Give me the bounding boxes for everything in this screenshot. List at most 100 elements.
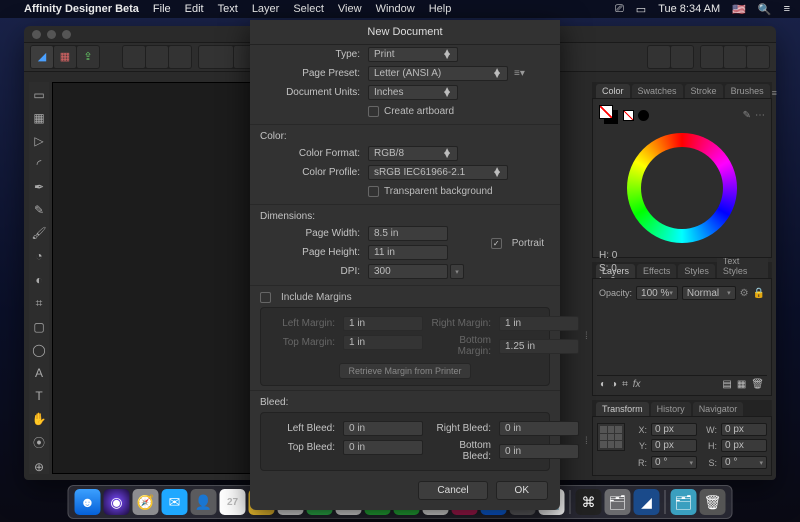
toolbar-btn[interactable] <box>701 46 723 68</box>
type-dropdown[interactable]: Print▲▼ <box>368 47 458 62</box>
menu-text[interactable]: Text <box>218 3 238 15</box>
color-format-dropdown[interactable]: RGB/8▲▼ <box>368 146 458 161</box>
toolbar-btn[interactable] <box>724 46 746 68</box>
input-source-icon[interactable]: 🇺🇸 <box>732 3 746 16</box>
artboard-tool[interactable]: ▦ <box>31 111 47 125</box>
bottom-bleed-field[interactable]: 0 in <box>499 444 579 459</box>
dock-downloads[interactable]: 🗂 <box>671 489 697 515</box>
panel-options-icon[interactable]: ⋯ <box>755 110 765 121</box>
retrieve-margins-button[interactable]: Retrieve Margin from Printer <box>339 363 470 379</box>
dpi-field[interactable]: 300 <box>368 264 448 279</box>
transparency-tool[interactable]: ◐ <box>31 273 47 287</box>
y-field[interactable]: 0 px <box>651 439 697 452</box>
canvas-area[interactable] <box>52 82 272 474</box>
shape-tool[interactable]: ▢ <box>31 320 47 334</box>
preset-dropdown[interactable]: Letter (ANSI A)▲▼ <box>368 66 508 81</box>
gear-icon[interactable]: ⚙ <box>740 288 749 299</box>
tab-stroke[interactable]: Stroke <box>685 84 723 98</box>
ok-button[interactable]: OK <box>496 481 548 500</box>
dpi-menu[interactable]: ▾ <box>450 264 464 279</box>
airplay-icon[interactable]: ▭ <box>636 3 646 16</box>
toolbar-btn[interactable] <box>146 46 168 68</box>
toolbar-btn[interactable] <box>648 46 670 68</box>
tab-transform[interactable]: Transform <box>596 402 649 416</box>
dock-siri[interactable]: ◉ <box>104 489 130 515</box>
page-width-field[interactable]: 8.5 in <box>368 226 448 241</box>
crop-tool[interactable]: ⌗ <box>31 296 47 311</box>
left-margin-field[interactable]: 1 in <box>343 316 423 331</box>
adjust-icon[interactable]: ◑ <box>611 379 617 390</box>
add-pixel-icon[interactable]: ▦ <box>737 379 746 390</box>
panel-menu-icon[interactable]: ≡ <box>772 88 777 98</box>
left-bleed-field[interactable]: 0 in <box>343 421 423 436</box>
tab-navigator[interactable]: Navigator <box>693 402 744 416</box>
right-margin-field[interactable]: 1 in <box>499 316 579 331</box>
traffic-close[interactable] <box>32 30 41 39</box>
w-field[interactable]: 0 px <box>721 423 767 436</box>
dock-preview[interactable]: 🗂 <box>605 489 631 515</box>
dock-mail[interactable]: ✉ <box>162 489 188 515</box>
lock-icon[interactable]: 🔒 <box>753 288 765 299</box>
link-bleed-icon[interactable]: ⁞ <box>585 419 588 464</box>
right-bleed-field[interactable]: 0 in <box>499 421 579 436</box>
bottom-margin-field[interactable]: 1.25 in <box>499 339 579 354</box>
cancel-button[interactable]: Cancel <box>418 481 487 500</box>
menu-layer[interactable]: Layer <box>252 3 280 15</box>
persona-pixel[interactable]: ▦ <box>54 46 76 68</box>
mask-icon[interactable]: ◐ <box>600 379 606 390</box>
crop-icon[interactable]: ⌗ <box>622 379 628 390</box>
tab-swatches[interactable]: Swatches <box>632 84 683 98</box>
top-bleed-field[interactable]: 0 in <box>343 440 423 455</box>
screen-share-icon[interactable]: ⎚ <box>615 3 624 16</box>
tab-brushes[interactable]: Brushes <box>725 84 770 98</box>
toolbar-btn[interactable] <box>671 46 693 68</box>
persona-export[interactable]: ⇪ <box>77 46 99 68</box>
dock-terminal[interactable]: ⌘ <box>576 489 602 515</box>
menubar-clock[interactable]: Tue 8:34 AM <box>658 3 720 15</box>
shapes-tool[interactable]: ◯ <box>31 343 47 357</box>
preset-menu-icon[interactable]: ≡▾ <box>514 68 525 79</box>
transparent-bg-checkbox[interactable] <box>368 186 379 197</box>
layer-opacity-field[interactable]: 100 %▾ <box>636 286 678 300</box>
spotlight-icon[interactable]: 🔍 <box>758 3 772 16</box>
pencil-tool[interactable]: ✎ <box>31 203 47 217</box>
color-triangle[interactable] <box>645 151 719 225</box>
dock-trash[interactable]: 🗑 <box>700 489 726 515</box>
create-artboard-checkbox[interactable] <box>368 106 379 117</box>
toolbar-btn[interactable] <box>747 46 769 68</box>
app-menu[interactable]: Affinity Designer Beta <box>24 3 139 15</box>
node-tool[interactable]: ▷ <box>31 134 47 148</box>
traffic-zoom[interactable] <box>62 30 71 39</box>
menu-help[interactable]: Help <box>429 3 452 15</box>
menu-select[interactable]: Select <box>293 3 324 15</box>
include-margins-checkbox[interactable] <box>260 292 271 303</box>
move-tool[interactable]: ▭ <box>31 88 47 102</box>
pen-tool[interactable]: ✒ <box>31 180 47 194</box>
menu-window[interactable]: Window <box>376 3 415 15</box>
eyedropper-tool[interactable]: ⦿ <box>31 435 47 451</box>
portrait-checkbox[interactable]: ✓ <box>491 238 502 249</box>
eyedropper-icon[interactable]: ✎ <box>743 110 751 121</box>
no-color-icon[interactable] <box>623 110 634 121</box>
toolbar-btn[interactable] <box>199 46 233 68</box>
current-color-swatch[interactable] <box>638 110 649 121</box>
blend-mode-field[interactable]: Normal▾ <box>682 286 736 300</box>
menu-edit[interactable]: Edit <box>185 3 204 15</box>
toolbar-btn[interactable] <box>123 46 145 68</box>
anchor-selector[interactable] <box>597 423 625 451</box>
toolbar-btn[interactable] <box>169 46 191 68</box>
fill-tool[interactable]: ◔ <box>31 249 47 263</box>
frame-text-tool[interactable]: T <box>31 389 47 403</box>
traffic-minimize[interactable] <box>47 30 56 39</box>
r-field[interactable]: 0 °▾ <box>651 456 697 469</box>
notification-center-icon[interactable]: ≡ <box>784 3 790 15</box>
add-layer-icon[interactable]: ▤ <box>722 379 731 390</box>
fx-icon[interactable]: fx <box>633 379 641 390</box>
hand-tool[interactable]: ✋ <box>31 412 47 426</box>
dock-finder[interactable]: ☻ <box>75 489 101 515</box>
color-wheel[interactable] <box>627 133 737 243</box>
dock-calendar[interactable]: 27 <box>220 489 246 515</box>
fill-swatch[interactable] <box>599 105 613 119</box>
h-field[interactable]: 0 px <box>721 439 767 452</box>
tab-history[interactable]: History <box>651 402 691 416</box>
